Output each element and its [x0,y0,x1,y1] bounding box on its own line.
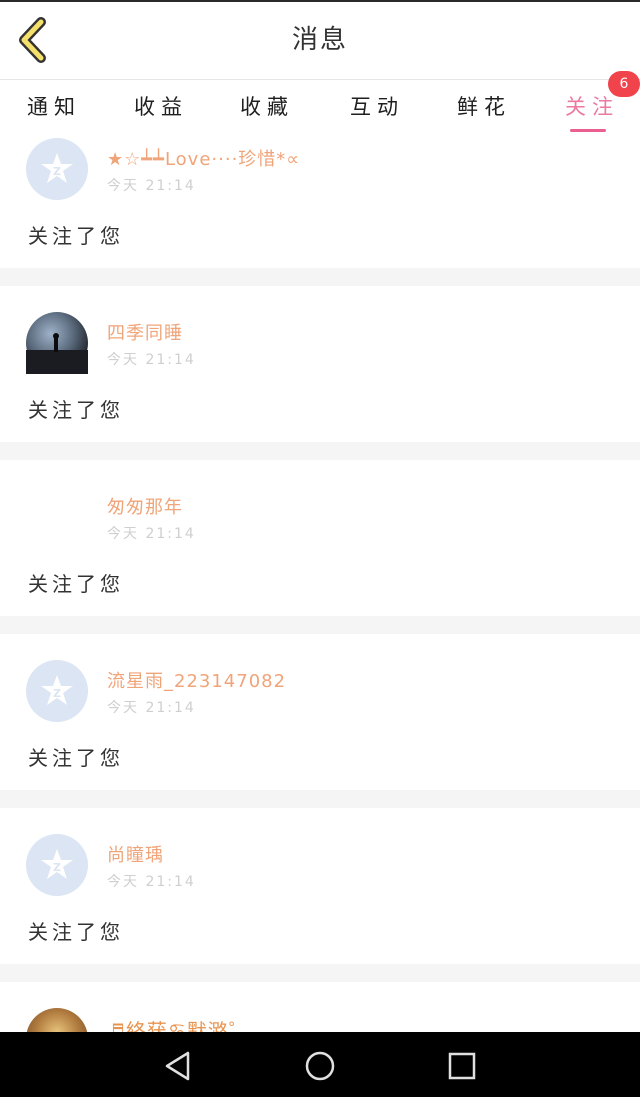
timestamp: 今天 21:14 [107,352,196,368]
tab-flowers[interactable]: 鲜花 [457,80,511,138]
action-text: 关注了您 [28,920,124,944]
svg-text:Z: Z [53,861,61,874]
tab-interactions[interactable]: 互动 [350,80,404,138]
tab-bar: 通知 收益 收藏 互动 鲜花 关注 [0,80,640,138]
action-text: 关注了您 [28,746,124,770]
tab-notifications[interactable]: 通知 [27,80,81,138]
action-text: 关注了您 [28,224,124,248]
silhouette-icon [26,333,88,374]
tab-favorites[interactable]: 收藏 [240,80,294,138]
username[interactable]: 尚瞳瑀 [107,841,164,867]
username[interactable]: ★☆┷┷Love····珍惜*∝ [107,145,300,171]
username[interactable]: 流星雨_223147082 [107,667,286,693]
star-z-icon: Z [41,849,73,879]
photo-avatar[interactable] [26,1008,88,1032]
chevron-left-icon [19,17,46,63]
tab-earnings[interactable]: 收益 [134,80,188,138]
svg-text:Z: Z [53,687,61,700]
list-item[interactable]: 四季同睡 今天 21:14 关注了您 [0,286,640,442]
list-item[interactable]: Z 尚瞳瑀 今天 21:14 关注了您 [0,808,640,964]
nav-recents-button[interactable] [440,1044,484,1088]
action-text: 关注了您 [28,398,124,422]
star-z-icon: Z [41,675,73,705]
timestamp: 今天 21:14 [107,526,196,542]
timestamp: 今天 21:14 [107,874,196,890]
action-text: 关注了您 [28,572,124,596]
system-nav-bar [0,1032,640,1097]
unread-badge: 6 [608,71,640,97]
list-item[interactable]: 匆匆那年 今天 21:14 关注了您 [0,460,640,616]
active-tab-indicator [570,129,606,132]
photo-avatar[interactable] [26,312,88,374]
default-avatar[interactable]: Z [26,138,88,200]
nav-home-button[interactable] [298,1044,342,1088]
timestamp: 今天 21:14 [107,178,196,194]
default-avatar[interactable]: Z [26,660,88,722]
list-item[interactable]: Z ★☆┷┷Love····珍惜*∝ 今天 21:14 关注了您 [0,138,640,268]
page-title: 消息 [291,25,348,55]
back-triangle-icon [165,1051,190,1081]
username[interactable]: 匆匆那年 [107,493,183,519]
message-list: Z ★☆┷┷Love····珍惜*∝ 今天 21:14 关注了您 四季同睡 今天… [0,138,640,1032]
default-avatar[interactable]: Z [26,834,88,896]
home-circle-icon [305,1051,335,1081]
star-z-icon: Z [41,153,73,183]
list-item[interactable]: ♬終莸♋默潞゜ [0,982,640,1032]
nav-back-button[interactable] [156,1044,200,1088]
username[interactable]: ♬終莸♋默潞゜ [107,1015,250,1032]
timestamp: 今天 21:14 [107,700,196,716]
username[interactable]: 四季同睡 [107,319,183,345]
header-bar: 消息 [0,2,640,80]
back-button[interactable] [12,17,56,63]
list-item[interactable]: Z 流星雨_223147082 今天 21:14 关注了您 [0,634,640,790]
recents-square-icon [448,1052,476,1080]
svg-text:Z: Z [53,165,61,178]
